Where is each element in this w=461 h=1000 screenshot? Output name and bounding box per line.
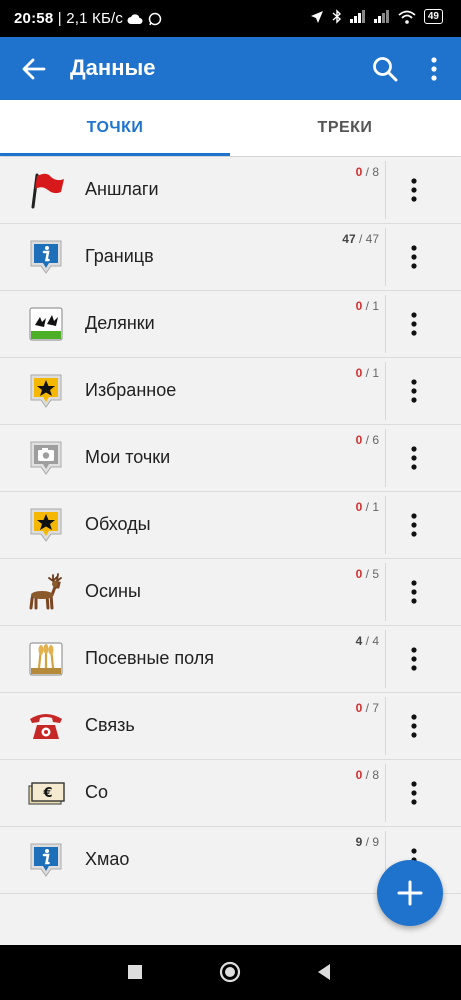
divider: [385, 563, 386, 621]
list-item[interactable]: Границв 47 / 47: [0, 224, 461, 291]
list-item-label: Обходы: [85, 514, 151, 534]
list-item-label: Посевные поля: [85, 648, 215, 668]
status-time: 20:58: [14, 10, 54, 27]
item-menu-icon[interactable]: [404, 579, 424, 605]
plus-icon: [397, 880, 423, 906]
item-menu-icon[interactable]: [404, 244, 424, 270]
birds-landscape-icon: [29, 307, 63, 341]
bluetooth-icon: [332, 9, 341, 24]
divider: [385, 429, 386, 487]
list-item-label: Хмао: [85, 849, 130, 869]
divider: [385, 764, 386, 822]
folder-list: Аншлаги 0 / 8 Границв 47 / 47 Делянки 0 …: [0, 157, 461, 894]
whatsapp-icon: [148, 12, 162, 26]
divider: [385, 630, 386, 688]
status-right: 49: [310, 9, 443, 24]
battery-icon: 49: [423, 9, 443, 24]
list-item-label: Границв: [85, 246, 154, 266]
info-marker-icon: [30, 843, 62, 877]
more-vert-icon[interactable]: [424, 55, 444, 83]
item-count: 0 / 8: [355, 768, 379, 782]
list-item[interactable]: Осины 0 / 5: [0, 559, 461, 626]
divider: [385, 362, 386, 420]
home-circle-icon[interactable]: [219, 961, 241, 983]
item-menu-icon[interactable]: [404, 713, 424, 739]
list-item[interactable]: Посевные поля 4 / 4: [0, 626, 461, 693]
list-item[interactable]: € Со 0 / 8: [0, 760, 461, 827]
item-count: 47 / 47: [342, 232, 379, 246]
list-item-label: Избранное: [85, 380, 177, 400]
status-network-speed: | 2,1 КБ/с: [57, 10, 124, 27]
info-marker-icon: [30, 240, 62, 274]
signal-icon-1: [349, 10, 365, 23]
list-item[interactable]: Избранное 0 / 1: [0, 358, 461, 425]
list-item-label: Осины: [85, 581, 141, 601]
item-menu-icon[interactable]: [404, 177, 424, 203]
list-item[interactable]: Связь 0 / 7: [0, 693, 461, 760]
status-left: 20:58 | 2,1 КБ/с: [14, 10, 162, 27]
item-count: 0 / 5: [355, 567, 379, 581]
recents-square-icon[interactable]: [127, 964, 143, 980]
deer-icon: [29, 573, 62, 610]
tab-bar: ТОЧКИ ТРЕКИ: [0, 100, 461, 156]
item-count: 0 / 6: [355, 433, 379, 447]
signal-icon-2: [373, 10, 389, 23]
euro-banknote-icon: €: [28, 782, 65, 805]
tab-points[interactable]: ТОЧКИ: [0, 100, 230, 156]
item-count: 0 / 1: [355, 299, 379, 313]
item-menu-icon[interactable]: [404, 646, 424, 672]
list-item-label: Аншлаги: [85, 179, 159, 199]
page-title: Данные: [70, 55, 156, 80]
divider: [385, 496, 386, 554]
list-item-label: Мои точки: [85, 447, 171, 467]
svg-text:€: €: [42, 786, 52, 801]
wifi-icon: [398, 10, 416, 24]
list-item-label: Связь: [85, 715, 135, 735]
back-arrow-icon[interactable]: [20, 55, 48, 83]
add-button[interactable]: [377, 860, 443, 926]
item-menu-icon[interactable]: [404, 512, 424, 538]
list-item[interactable]: Мои точки 0 / 6: [0, 425, 461, 492]
item-menu-icon[interactable]: [404, 780, 424, 806]
star-marker-icon: [30, 508, 62, 542]
item-menu-icon[interactable]: [404, 445, 424, 471]
divider: [385, 295, 386, 353]
telephone-icon: [30, 714, 62, 739]
divider: [385, 697, 386, 755]
list-item-label: Делянки: [85, 313, 155, 333]
list-item[interactable]: Обходы 0 / 1: [0, 492, 461, 559]
list-item[interactable]: Делянки 0 / 1: [0, 291, 461, 358]
wheat-field-icon: [29, 642, 63, 676]
item-menu-icon[interactable]: [404, 311, 424, 337]
divider: [385, 161, 386, 219]
divider: [385, 228, 386, 286]
status-bar: 20:58 | 2,1 КБ/с 49: [0, 0, 461, 37]
item-count: 0 / 7: [355, 701, 379, 715]
back-triangle-icon[interactable]: [316, 963, 332, 981]
red-flag-icon: [31, 173, 64, 209]
system-nav-bar: [0, 945, 461, 1000]
tab-indicator: [0, 153, 230, 156]
tab-tracks[interactable]: ТРЕКИ: [230, 100, 460, 156]
list-item[interactable]: Аншлаги 0 / 8: [0, 157, 461, 224]
item-count: 0 / 1: [355, 366, 379, 380]
search-icon[interactable]: [371, 55, 399, 83]
item-menu-icon[interactable]: [404, 378, 424, 404]
item-count: 0 / 8: [355, 165, 379, 179]
star-marker-icon: [30, 374, 62, 408]
item-count: 9 / 9: [355, 835, 379, 849]
item-count: 0 / 1: [355, 500, 379, 514]
camera-marker-icon: [30, 441, 62, 475]
item-count: 4 / 4: [355, 634, 379, 648]
app-bar: Данные: [0, 37, 461, 100]
list-item-label: Со: [85, 782, 109, 802]
cloud-icon: [127, 13, 143, 24]
location-arrow-icon: [310, 10, 323, 23]
